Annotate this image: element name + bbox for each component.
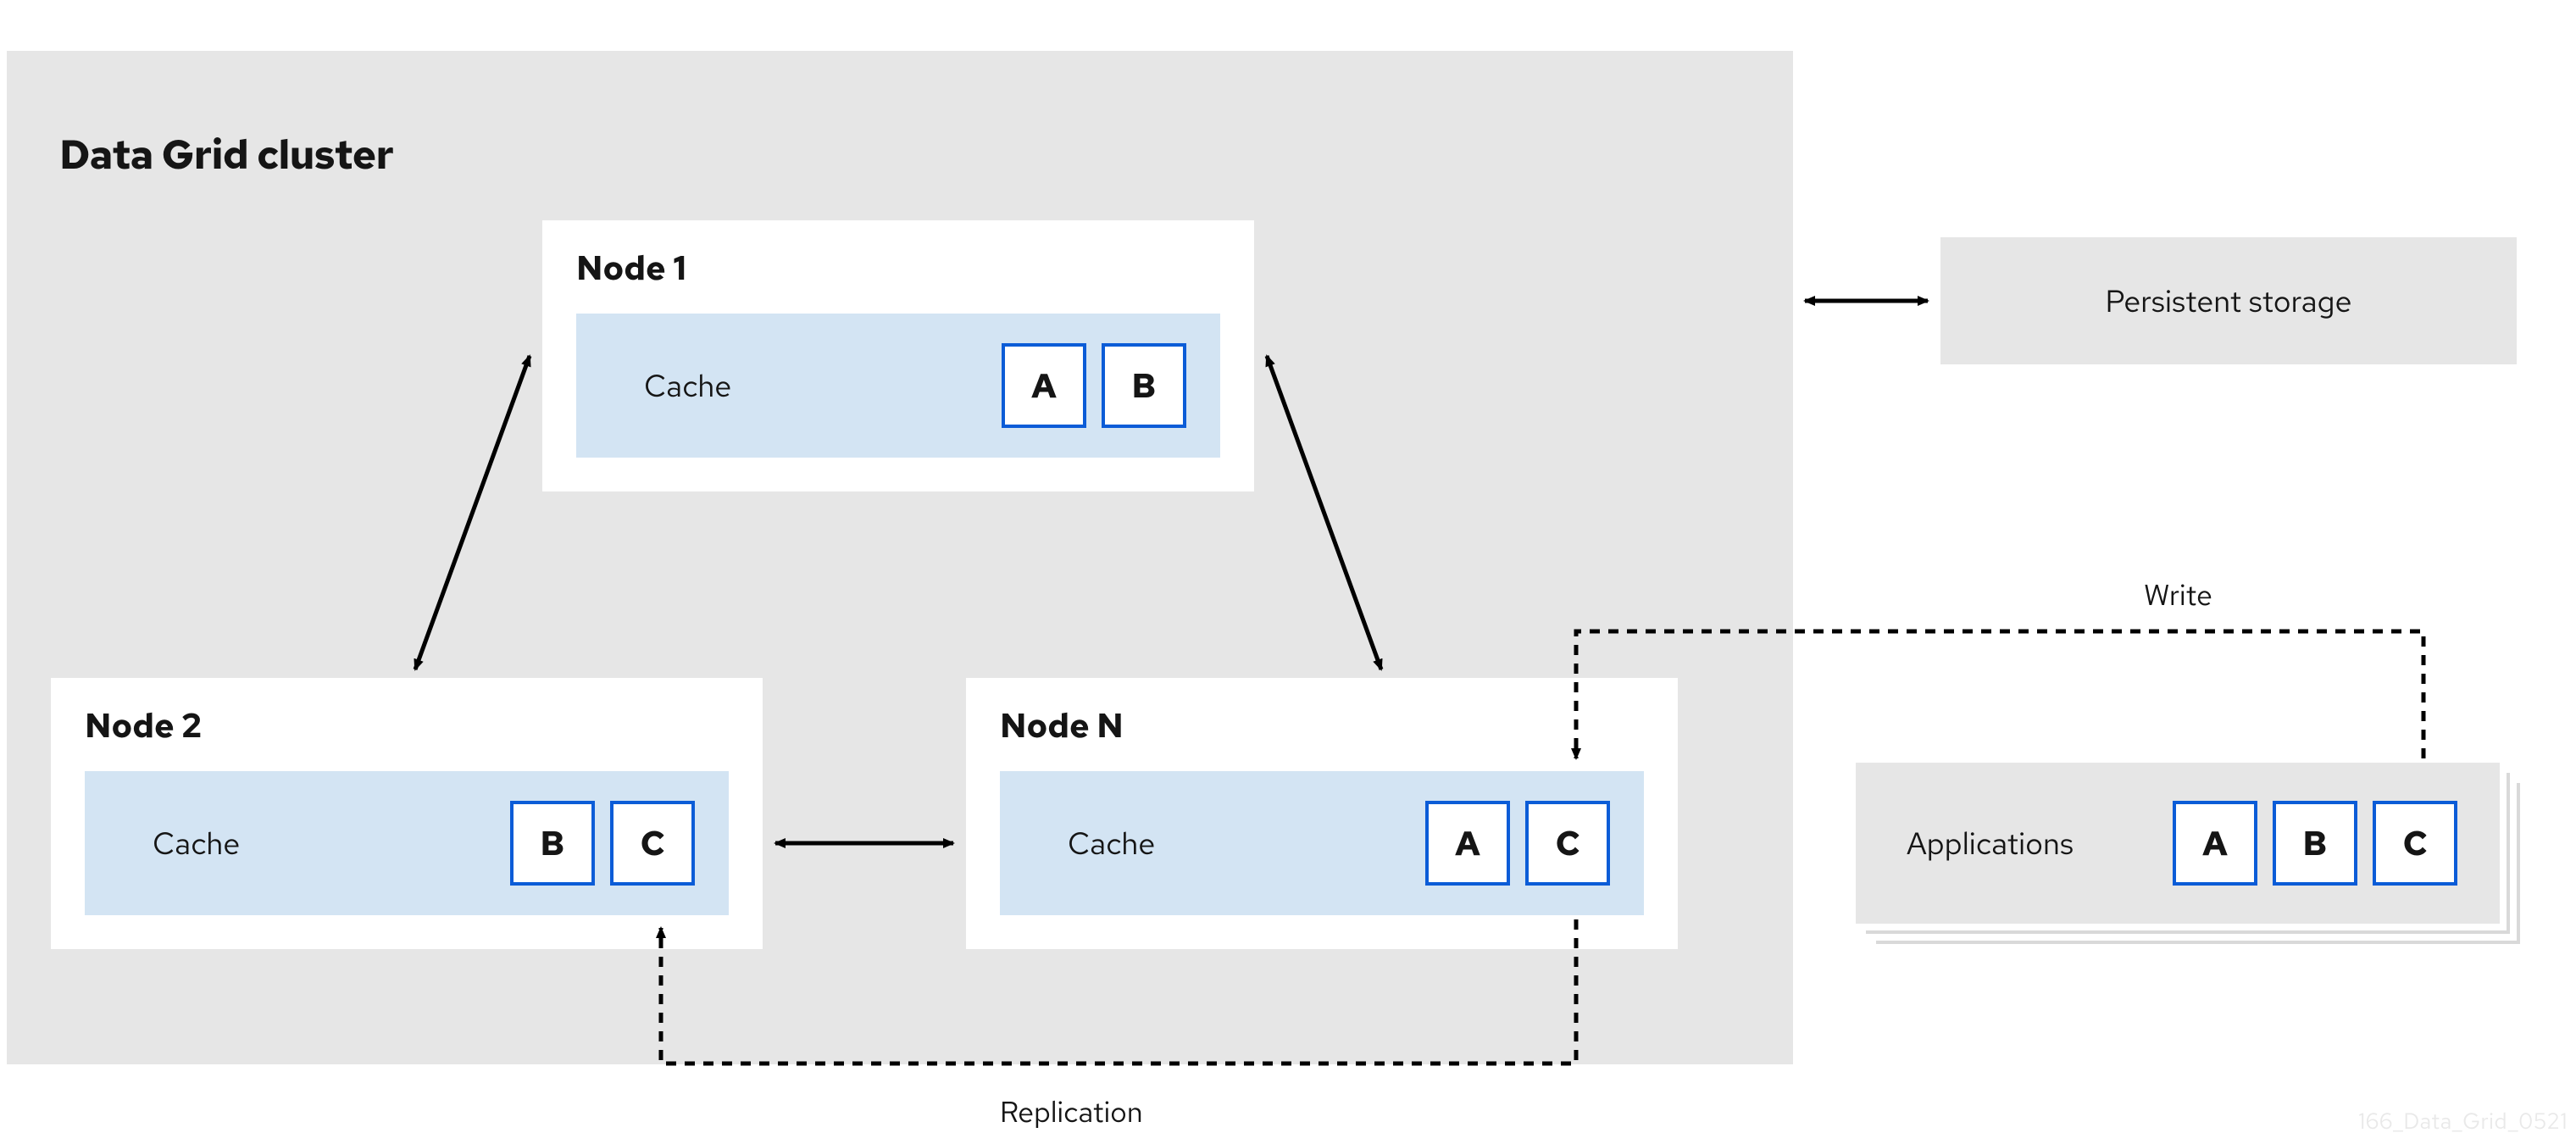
arrows-layer <box>0 0 2576 1144</box>
diagram-canvas: Data Grid cluster Node 1 Cache A B Node … <box>0 0 2576 1144</box>
